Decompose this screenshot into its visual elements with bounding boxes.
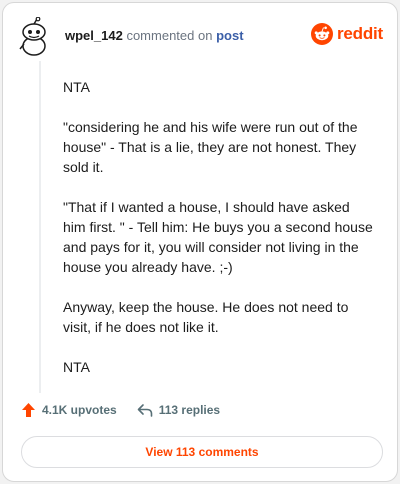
comment-paragraph: "That if I wanted a house, I should have…	[63, 199, 373, 275]
reddit-logo[interactable]: reddit	[310, 23, 383, 45]
reply-arrow-icon	[137, 404, 153, 417]
comment-body: NTA "considering he and his wife were ru…	[63, 77, 373, 397]
comment-header: wpel_142 commented on post reddit	[3, 3, 397, 67]
comment-paragraph: NTA	[63, 79, 90, 95]
post-link[interactable]: post	[216, 28, 243, 43]
comment-stats: 4.1K upvotes 113 replies	[21, 402, 220, 418]
comment-paragraph: Anyway, keep the house. He does not need…	[63, 299, 349, 335]
upvote-count: 4.1K upvotes	[42, 403, 117, 417]
username-link[interactable]: wpel_142	[65, 28, 123, 43]
view-comments-button[interactable]: View 113 comments	[21, 436, 383, 468]
avatar-icon[interactable]	[17, 17, 51, 57]
comment-card: wpel_142 commented on post reddit NTA "c…	[2, 2, 398, 482]
comment-paragraph: "considering he and his wife were run ou…	[63, 119, 358, 175]
upvote-button[interactable]: 4.1K upvotes	[21, 402, 117, 418]
thread-line[interactable]	[39, 61, 41, 393]
reddit-alien-icon	[310, 23, 333, 45]
replies-button[interactable]: 113 replies	[137, 403, 220, 417]
comment-action-text: commented on	[126, 28, 213, 43]
comment-meta: wpel_142 commented on post	[65, 28, 244, 43]
reddit-wordmark: reddit	[336, 24, 383, 43]
comment-paragraph: NTA	[63, 359, 90, 375]
reply-count: 113 replies	[158, 403, 221, 417]
upvote-arrow-icon	[22, 403, 35, 417]
